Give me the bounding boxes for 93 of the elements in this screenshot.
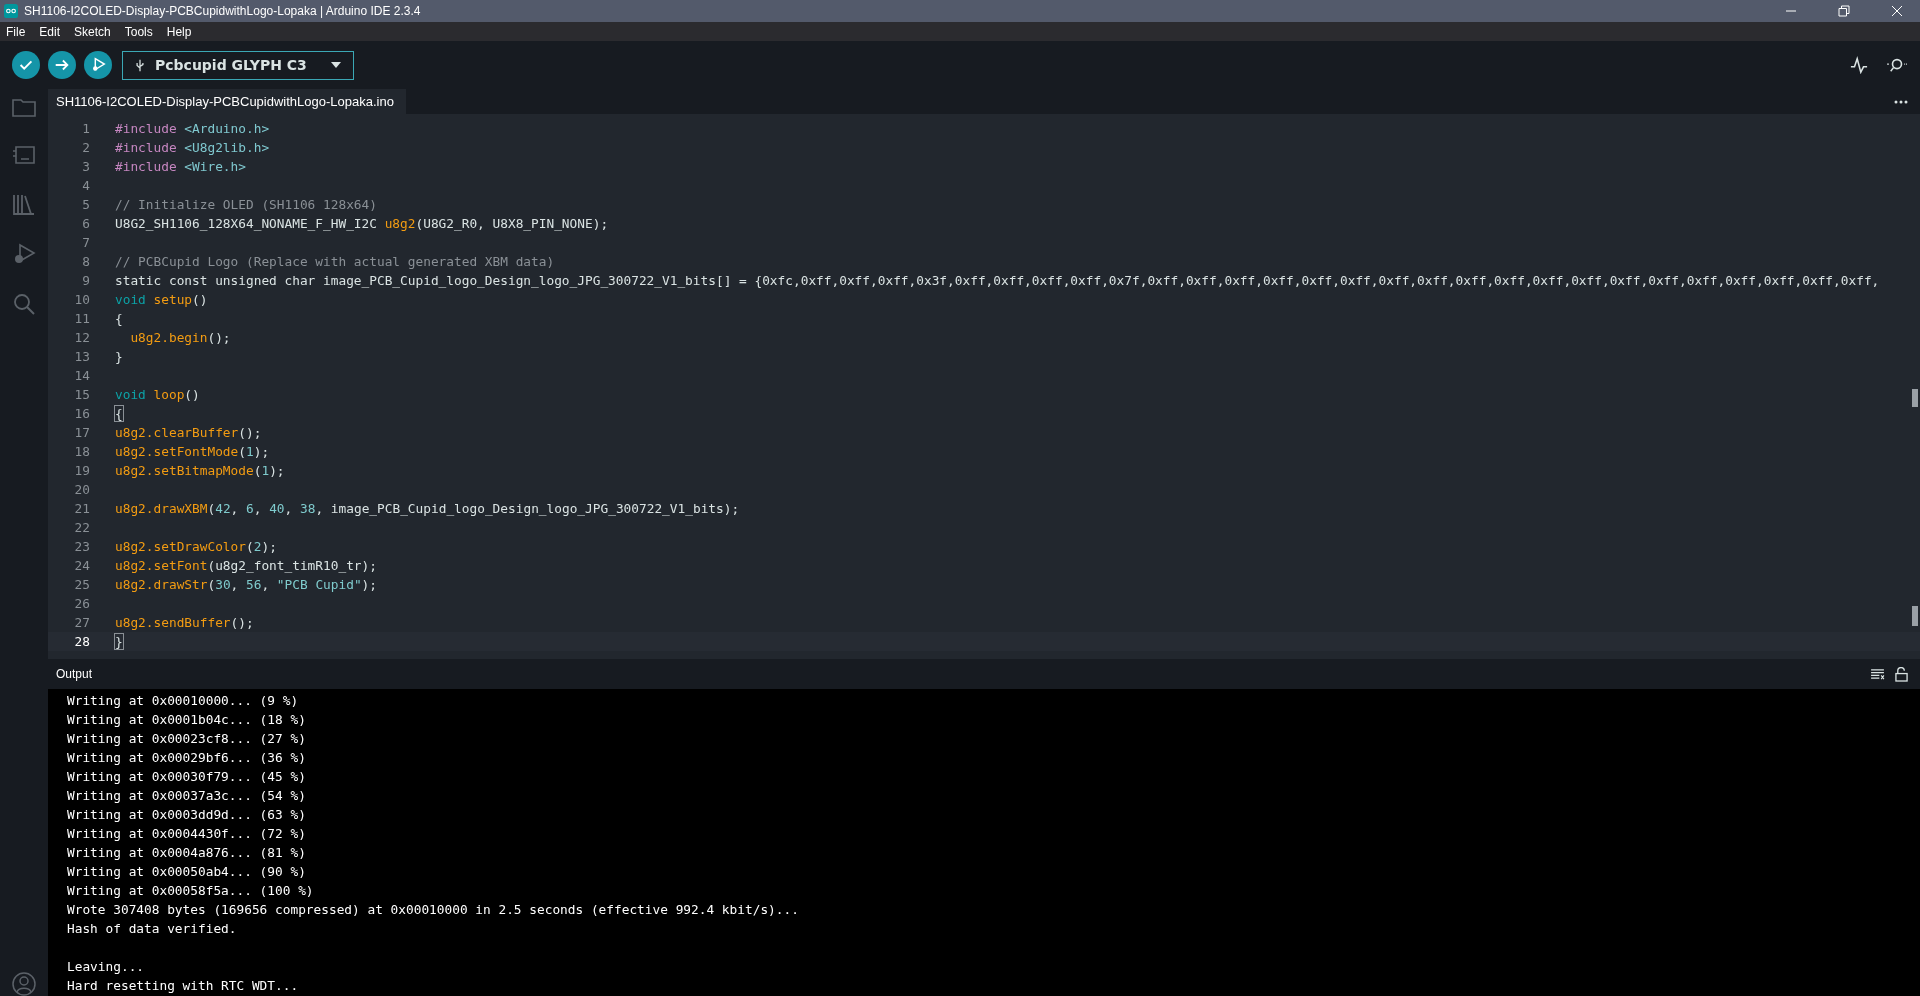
line-number: 17 [73, 425, 90, 440]
output-line: Leaving... [67, 958, 145, 976]
code-line: // PCBCupid Logo (Replace with actual generated XBM data) [115, 254, 555, 269]
verify-button[interactable] [12, 51, 40, 79]
line-number: 14 [73, 368, 90, 383]
more-icon[interactable] [1894, 99, 1908, 104]
menu-item[interactable]: Sketch [74, 24, 111, 39]
debug-button[interactable] [84, 51, 112, 79]
output-line: Writing at 0x0004a876... (81 %) [67, 844, 306, 862]
menu-item[interactable]: Edit [39, 24, 61, 39]
file-tab[interactable]: SH1106-I2COLED-Display-PCBCupidwithLogo-Lopaka.ino [48, 89, 406, 114]
account-icon[interactable] [12, 972, 36, 996]
line-number: 12 [73, 330, 90, 345]
code-line: // Initialize OLED (SH1106 128x64) [115, 197, 377, 212]
output-line: Writing at 0x00058f5a... (100 %) [67, 882, 314, 900]
window-title: SH1106-I2COLED-Display-PCBCupidwithLogo-Lopaka | Arduino IDE 2.3.4 [24, 4, 421, 18]
upload-button[interactable] [48, 51, 76, 79]
line-number: 28 [73, 634, 90, 649]
close-icon[interactable] [1891, 5, 1903, 17]
line-number: 2 [81, 140, 90, 155]
menu-item[interactable]: File [6, 24, 26, 39]
library-icon[interactable] [12, 193, 36, 215]
restore-icon[interactable] [1838, 5, 1850, 17]
output-line: Writing at 0x00023cf8... (27 %) [67, 730, 306, 748]
code-line: { [115, 406, 123, 421]
line-number: 22 [73, 520, 90, 535]
scrollbar-thumb[interactable] [1912, 606, 1918, 626]
serial-monitor-icon[interactable] [1886, 56, 1908, 74]
line-number: 5 [81, 197, 90, 212]
output-line: Writing at 0x00050ab4... (90 %) [67, 863, 306, 881]
infinity-logo-icon [4, 4, 18, 18]
output-line: Hash of data verified. [67, 920, 237, 938]
debug-icon[interactable] [12, 243, 36, 265]
clear-output-icon[interactable] [1870, 668, 1885, 680]
line-number: 1 [81, 121, 90, 136]
code-line: u8g2.begin(); [129, 330, 231, 345]
line-number: 26 [73, 596, 90, 611]
line-number: 4 [81, 178, 90, 193]
code-line: u8g2.setDrawColor(2); [115, 539, 277, 554]
line-number: 19 [73, 463, 90, 478]
line-number: 16 [73, 406, 90, 421]
code-line: u8g2.sendBuffer(); [115, 615, 254, 630]
caret-icon [331, 62, 341, 68]
code-line: } [115, 349, 123, 364]
code-line: { [115, 311, 123, 326]
line-number: 8 [81, 254, 90, 269]
line-number: 6 [81, 216, 90, 231]
line-number: 27 [73, 615, 90, 630]
output-line: Writing at 0x00030f79... (45 %) [67, 768, 306, 786]
line-number: 13 [73, 349, 90, 364]
line-number: 9 [81, 273, 90, 288]
output-line: Writing at 0x00037a3c... (54 %) [67, 787, 306, 805]
line-number: 11 [73, 311, 90, 326]
line-number: 18 [73, 444, 90, 459]
code-line: } [115, 634, 123, 649]
serial-plotter-icon[interactable] [1850, 56, 1868, 74]
code-line: void loop() [115, 387, 200, 402]
scrollbar-thumb[interactable] [1912, 389, 1918, 407]
output-line: Writing at 0x00010000... (9 %) [67, 692, 299, 710]
line-number: 10 [73, 292, 90, 307]
output-line: Writing at 0x00029bf6... (36 %) [67, 749, 306, 767]
search-icon[interactable] [12, 293, 36, 315]
output-line: Writing at 0x0001b04c... (18 %) [67, 711, 306, 729]
code-line: #include <U8g2lib.h> [115, 140, 270, 155]
code-line: u8g2.drawXBM(42, 6, 40, 38, image_PCB_Cupid_logo_Design_logo_JPG_300722_V1_bits); [115, 501, 740, 516]
line-number: 15 [73, 387, 90, 402]
output-title: Output [56, 667, 93, 681]
output-line: Writing at 0x0004430f... (72 %) [67, 825, 306, 843]
unlock-icon[interactable] [1895, 666, 1908, 682]
code-line: static const unsigned char image_PCB_Cupid_logo_Design_logo_JPG_300722_V1_bits[] = {0xfc,0xff,0xff,0xff,0x3f,0xff,0xff,0xff,0xff,0x7f,0xff,0xff,0xff,0xff,0xff,0xff,0xff,0xff,0xff,0xff,0xff,0xff,0xff,0xff,0xff,0xff,0xff,0xff,0xff, [115, 273, 1880, 288]
code-line: u8g2.setFontMode(1); [115, 444, 270, 459]
output-line: Writing at 0x0003dd9d... (63 %) [67, 806, 306, 824]
board-selector[interactable]: Pcbcupid GLYPH C3 [122, 50, 354, 80]
line-number: 7 [81, 235, 90, 250]
code-line: u8g2.drawStr(30, 56, "PCB Cupid"); [115, 577, 378, 592]
code-line: u8g2.clearBuffer(); [115, 425, 262, 440]
code-line: U8G2_SH1106_128X64_NONAME_F_HW_I2C u8g2(U8G2_R0, U8X8_PIN_NONE); [115, 216, 609, 231]
output-line: Wrote 307408 bytes (169656 compressed) at 0x00010000 in 2.5 seconds (effective 992.4 kbit/s)... [67, 901, 799, 919]
code-line: #include <Arduino.h> [115, 121, 270, 136]
code-line: void setup() [115, 292, 208, 307]
line-number: 3 [81, 159, 90, 174]
line-number: 23 [73, 539, 90, 554]
menu-item[interactable]: Tools [124, 24, 153, 39]
line-number: 25 [73, 577, 90, 592]
line-number: 24 [73, 558, 90, 573]
menu-item[interactable]: Help [166, 24, 192, 39]
code-line: u8g2.setFont(u8g2_font_timR10_tr); [115, 558, 377, 573]
usb-icon [135, 57, 145, 73]
line-number: 20 [73, 482, 90, 497]
line-number: 21 [73, 501, 90, 516]
code-line: u8g2.setBitmapMode(1); [115, 463, 285, 478]
output-line: Hard resetting with RTC WDT... [67, 977, 299, 995]
code-line: #include <Wire.h> [115, 159, 246, 174]
